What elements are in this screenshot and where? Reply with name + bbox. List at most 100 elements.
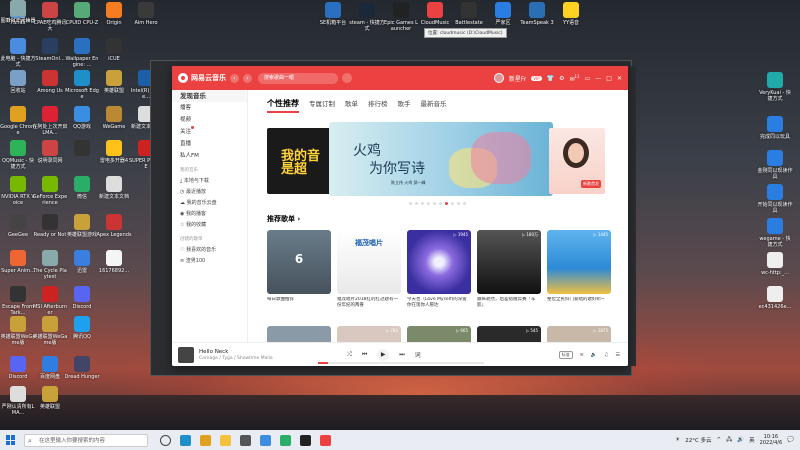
search-input[interactable]: 搜索歌曲一眼 (258, 72, 338, 84)
sidebar-item[interactable]: 播客 (172, 102, 247, 114)
taskbar-app-icon[interactable] (220, 434, 231, 446)
desktop-icon[interactable]: 在阿处上次开启LMA... (32, 106, 68, 136)
playlist-card[interactable]: ▷ 545 (477, 326, 541, 342)
mail-icon[interactable]: ✉11 (570, 74, 580, 83)
song-title[interactable]: Hello Neck (199, 349, 309, 355)
desktop-icon[interactable]: Among Us (32, 70, 68, 94)
sound-effect-icon[interactable]: ≋ (580, 352, 584, 358)
desktop-icon[interactable]: MSI Afterburner (32, 286, 68, 316)
tab[interactable]: 最新音乐 (421, 98, 447, 113)
playlist-cover[interactable]: ▷ 785 (337, 326, 401, 342)
listen-together-icon[interactable]: ♫ (604, 352, 608, 358)
desktop-icon[interactable]: VeryKuai - 快捷方式 (757, 72, 793, 102)
playlist-card[interactable]: ▷ 1875 (547, 326, 611, 342)
desktop-icon[interactable]: 16176892... (96, 250, 132, 274)
desktop-icon[interactable]: 严家区 (485, 2, 521, 26)
desktop-icon[interactable]: Apex Legends (96, 214, 132, 238)
taskbar-app-icon[interactable] (240, 434, 251, 446)
playlist-card[interactable]: ▷ 665 (407, 326, 471, 342)
avatar[interactable] (493, 73, 504, 83)
desktop-icon[interactable]: Battlestate (451, 2, 487, 26)
previous-icon[interactable]: ⏮ (362, 351, 367, 359)
playlist-cover[interactable] (267, 326, 331, 342)
playlist-cover[interactable]: ▷ 180万 (477, 230, 541, 294)
carousel-dots[interactable] (409, 202, 466, 205)
banner-right[interactable]: 新歌首发 (549, 128, 605, 194)
volume-tray-icon[interactable]: 🔊 (737, 437, 744, 443)
desktop-icon[interactable]: Origin (96, 2, 132, 26)
desktop-icon[interactable]: Ready or Not (32, 214, 68, 238)
taskbar-app-icon[interactable] (180, 434, 191, 446)
desktop-icon[interactable]: CloudMusic (417, 2, 453, 26)
banner-carousel[interactable]: 我的音 是超 火鸡 为你写诗 陈立伟 火鸡 邱一峰 新歌首发 (267, 122, 605, 196)
quality-button[interactable]: 标准 (558, 350, 573, 359)
desktop-icon[interactable]: Wallpaper Engine: ... (64, 38, 100, 68)
playlist-card[interactable]: ▷ 1625 福茂唱片福茂唱片2018红的红过题有一份年纪的两眷 (337, 230, 401, 309)
desktop-icon[interactable]: NVIDIA RTX Voice (0, 176, 36, 206)
desktop-icon[interactable]: 新建文本文档 (96, 176, 132, 200)
now-playing-cover[interactable] (178, 346, 194, 363)
desktop-icon[interactable]: 英雄联盟 (32, 386, 68, 410)
forward-arrow-icon[interactable]: › (243, 73, 252, 83)
tab[interactable]: 个性推荐 (267, 98, 299, 113)
taskbar-search-input[interactable]: 在这里输入你要搜索的内容 (24, 433, 148, 447)
playlist-cover[interactable]: ▷ 1625 福茂唱片 (337, 230, 401, 294)
taskbar-app-icon[interactable] (160, 434, 171, 446)
desktop-icon[interactable]: 完成同以玩具 (757, 116, 793, 140)
sidebar-item[interactable]: ◉ 我的播客 (172, 209, 247, 220)
desktop-icon[interactable]: Discord (64, 286, 100, 310)
close-icon[interactable]: ✕ (617, 75, 622, 82)
clock[interactable]: 10:16 2022/4/6 (760, 434, 782, 446)
vip-badge[interactable]: VIP (531, 75, 542, 81)
desktop-icon[interactable]: Epic Games Launcher (383, 2, 419, 32)
sidebar-item[interactable]: 视频 (172, 114, 247, 126)
sidebar-item[interactable]: ⤓ 本地与下载 (172, 176, 247, 187)
desktop-icon[interactable]: Microsoft Edge (64, 70, 100, 100)
progress-bar[interactable] (318, 362, 484, 364)
desktop-icon[interactable]: 说明录同网 (32, 140, 68, 164)
playlist-title[interactable]: 福茂唱片2018红的红过题有一份年纪的两眷 (337, 297, 401, 309)
desktop-icon[interactable]: 回收站 (0, 70, 36, 94)
tab[interactable]: 排行榜 (368, 98, 388, 113)
desktop-icon[interactable]: iCUE (96, 38, 132, 62)
settings-icon[interactable]: ⚙ (559, 75, 564, 82)
tab[interactable]: 歌单 (345, 98, 358, 113)
weather-icon[interactable]: ☀ (675, 437, 680, 443)
desktop-icon[interactable]: GeeGee (0, 214, 36, 238)
input-language[interactable]: 英 (749, 436, 755, 444)
desktop-icon[interactable]: QQ游戏 (64, 106, 100, 130)
playlist-icon[interactable]: ☰ (616, 352, 620, 358)
tray-arrow-icon[interactable]: ^ (717, 437, 722, 443)
desktop-icon[interactable]: SE机箱平台 (315, 2, 351, 26)
desktop-icon[interactable]: The Cycle (0, 0, 36, 24)
network-icon[interactable]: 🖧 (726, 436, 732, 445)
desktop-icon[interactable]: 百度网盘 (32, 356, 68, 380)
playlist-cover[interactable]: ▷ 545 (477, 326, 541, 342)
username[interactable]: 新星Fr (509, 74, 526, 83)
skin-icon[interactable]: 👕 (547, 75, 554, 82)
desktop-icon[interactable]: YY语音 (553, 2, 589, 26)
sidebar-item[interactable]: ≡ 渣男100 (172, 256, 247, 267)
sidebar-item[interactable]: ☆ 我的收藏 (172, 220, 247, 231)
weather-text[interactable]: 22°C 多云 (685, 436, 711, 444)
maximize-icon[interactable]: □ (606, 75, 612, 82)
desktop-icon[interactable]: ec431426e... (757, 286, 793, 310)
playlist-card[interactable]: ▷ 1445 整位全民抖门爱唱的歌好听~ (547, 230, 611, 309)
desktop-icon[interactable]: 迅雷 (64, 250, 100, 274)
desktop-icon[interactable]: The Cycle Playtest (32, 250, 68, 280)
desktop-icon[interactable]: 英雄联盟游戏 (64, 214, 100, 238)
desktop-icon[interactable]: GeForce Experience (32, 176, 68, 206)
playlist-cover[interactable]: ▷ 1875 (547, 326, 611, 342)
mini-mode-icon[interactable]: ▭ (585, 75, 591, 82)
sidebar-item[interactable]: ♡ 我喜欢的音乐 (172, 245, 247, 256)
banner-center[interactable]: 火鸡 为你写诗 陈立伟 火鸡 邱一峰 (329, 122, 553, 196)
desktop-icon[interactable]: 雷电多开器4 (96, 140, 132, 164)
windows-start-icon[interactable] (6, 435, 16, 445)
desktop-icon[interactable]: Aim Hero (128, 2, 164, 26)
sidebar-item[interactable]: 发现音乐 (172, 90, 247, 102)
desktop-icon[interactable]: 英雄联盟WeGame版 (32, 316, 68, 346)
volume-icon[interactable]: 🔈 (591, 352, 597, 358)
taskbar-app-icon[interactable] (260, 434, 271, 446)
desktop-icon[interactable]: wc-http:_... (757, 252, 793, 276)
desktop-icon[interactable]: Discord (0, 356, 36, 380)
